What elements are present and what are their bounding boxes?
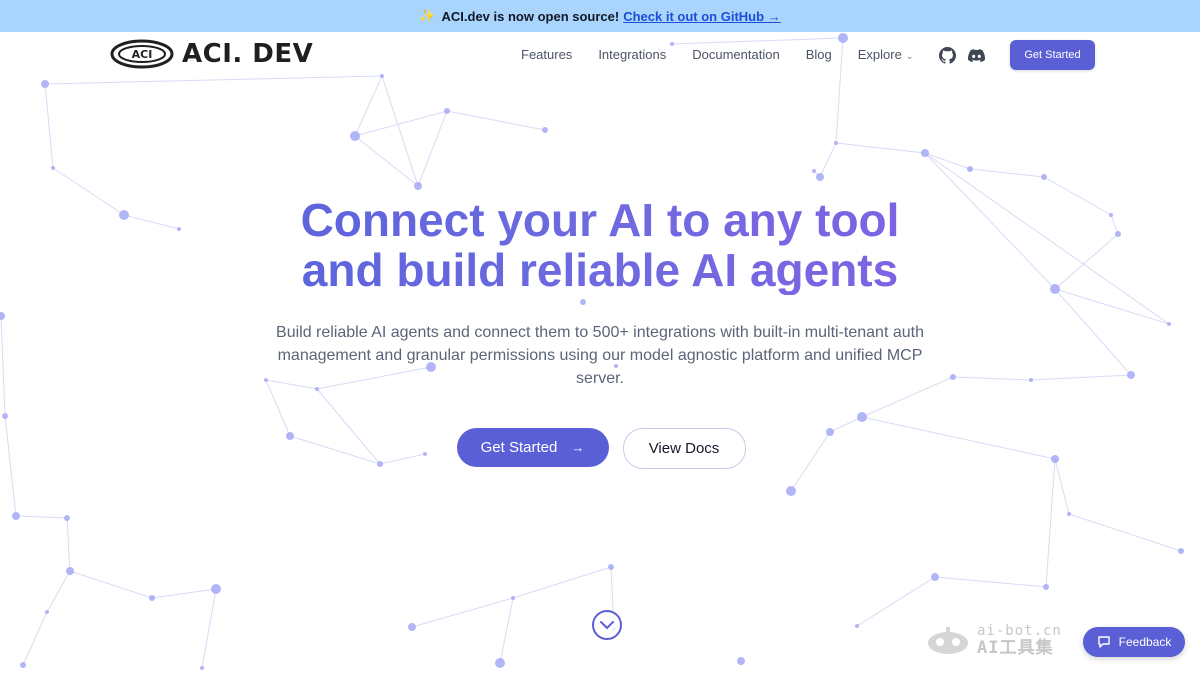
network-edge	[934, 576, 1047, 588]
network-node	[834, 141, 838, 145]
network-edge	[354, 135, 419, 187]
network-node	[931, 573, 939, 581]
network-edge	[22, 611, 48, 666]
nav-blog[interactable]: Blog	[806, 47, 832, 62]
network-edge	[446, 110, 546, 131]
network-edge	[69, 570, 153, 599]
network-node	[149, 595, 155, 601]
sparkle-icon: ✨	[419, 8, 436, 23]
network-node	[1178, 548, 1184, 554]
get-started-label: Get Started	[480, 439, 558, 456]
network-edge	[835, 142, 926, 154]
arrow-right-icon: →	[571, 440, 585, 455]
network-edge	[499, 597, 514, 664]
social-icons	[938, 46, 996, 64]
hero-title: Connect your AI to any tool and build re…	[0, 195, 1200, 295]
discord-icon[interactable]	[967, 46, 985, 64]
network-node	[41, 80, 49, 88]
network-node	[786, 486, 796, 496]
feedback-icon	[1097, 635, 1110, 648]
get-started-button[interactable]: Get Started →	[456, 428, 609, 467]
network-node	[51, 166, 55, 170]
network-node	[608, 564, 614, 570]
network-edge	[201, 588, 217, 669]
hero-buttons: Get Started → View Docs	[0, 428, 1200, 469]
network-edge	[354, 75, 383, 137]
network-node	[200, 666, 204, 670]
network-edge	[417, 110, 448, 187]
network-node	[495, 658, 505, 668]
hero-title-line1: Connect your AI to any tool	[300, 194, 900, 246]
github-icon[interactable]	[938, 46, 956, 64]
feedback-label: Feedback	[1118, 635, 1172, 649]
nav-integrations[interactable]: Integrations	[598, 47, 666, 62]
network-edge	[46, 570, 71, 613]
network-node	[737, 657, 745, 665]
network-node	[408, 623, 416, 631]
network-edge	[15, 515, 68, 519]
network-edge	[512, 566, 612, 599]
hero-subtitle: Build reliable AI agents and connect the…	[276, 324, 924, 387]
network-edge	[924, 152, 971, 170]
nav-features[interactable]: Features	[521, 47, 572, 62]
banner-text: ACI.dev is now open source!	[441, 8, 620, 24]
network-node	[66, 567, 74, 575]
network-edge	[151, 588, 217, 599]
network-node	[444, 108, 450, 114]
network-edge	[819, 142, 837, 178]
nav-links: Features Integrations Documentation Blog…	[521, 47, 939, 62]
network-edge	[44, 83, 54, 169]
hero-title-line2: and build reliable AI agents	[301, 244, 899, 296]
view-docs-button[interactable]: View Docs	[622, 428, 746, 469]
logo-badge-text: ACI	[132, 48, 153, 61]
network-node	[45, 610, 49, 614]
network-node	[1041, 174, 1047, 180]
network-node	[414, 182, 422, 190]
network-node	[511, 596, 515, 600]
network-edge	[856, 576, 936, 627]
network-node	[64, 515, 70, 521]
network-node	[1067, 512, 1071, 516]
network-node	[855, 624, 859, 628]
top-nav: ACI ACI. DEV Features Integrations Docum…	[0, 32, 1200, 78]
watermark-name: AI工具集	[977, 638, 1054, 658]
network-node	[812, 169, 816, 173]
feedback-button[interactable]: Feedback	[1083, 627, 1185, 657]
hero-section: Connect your AI to any tool and build re…	[0, 195, 1200, 469]
network-node	[967, 166, 973, 172]
logo[interactable]: ACI ACI. DEV	[110, 38, 313, 70]
chevron-down-icon: ⌄	[905, 51, 914, 61]
nav-explore-label: Explore	[857, 47, 902, 62]
network-node	[12, 512, 20, 520]
network-node	[921, 149, 929, 157]
network-edge	[354, 110, 448, 137]
network-node	[350, 131, 360, 141]
network-node	[816, 173, 824, 181]
landing-page: ✨ ACI.dev is now open source! Check it o…	[0, 0, 1200, 675]
logo-text: ACI. DEV	[182, 39, 314, 69]
network-edge	[411, 597, 514, 628]
network-node	[20, 662, 26, 668]
scroll-down-button[interactable]	[592, 610, 622, 640]
watermark: ai-bot.cn AI工具集	[925, 623, 1062, 657]
network-edge	[381, 75, 419, 187]
network-node	[1043, 584, 1049, 590]
github-link[interactable]: Check it out on GitHub →	[623, 9, 780, 24]
nav-get-started-button[interactable]: Get Started	[1010, 40, 1095, 70]
network-edge	[969, 168, 1045, 178]
bot-logo-icon	[928, 627, 968, 654]
network-node	[211, 584, 221, 594]
nav-documentation[interactable]: Documentation	[692, 47, 779, 62]
nav-explore[interactable]: Explore ⌄	[858, 47, 914, 62]
network-node	[542, 127, 548, 133]
network-edge	[1068, 513, 1182, 552]
network-edge	[1045, 458, 1056, 588]
announcement-banner: ✨ ACI.dev is now open source! Check it o…	[0, 0, 1200, 32]
chevron-down-icon	[600, 621, 614, 630]
logo-badge-icon: ACI	[110, 39, 174, 69]
network-edge	[66, 517, 71, 572]
